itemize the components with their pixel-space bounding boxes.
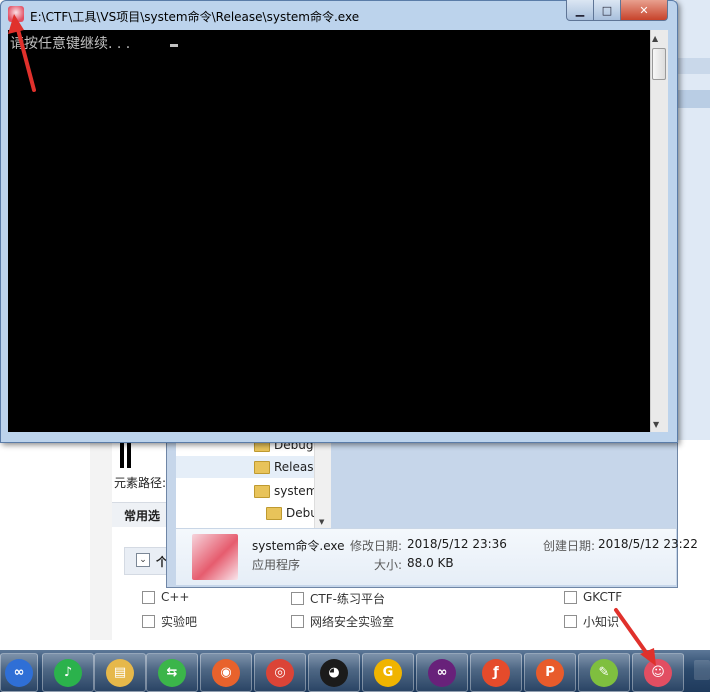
checkbox-cpp[interactable]: C++ — [142, 590, 190, 604]
firefox-icon: ◉ — [212, 658, 240, 687]
taskbar-button-chrome[interactable]: ◎ — [254, 653, 306, 692]
taskbar-button-firefox[interactable]: ◉ — [200, 653, 252, 692]
taskbar-button-iqiyi[interactable]: ⇆ — [146, 653, 198, 692]
folder-icon — [254, 460, 270, 474]
minimize-button[interactable]: ▁ — [566, 0, 594, 21]
checkbox-box[interactable] — [291, 592, 304, 605]
file-name: system命令.exe — [252, 539, 345, 553]
file-thumbnail-icon — [192, 534, 238, 580]
modified-label: 修改日期: — [350, 539, 403, 553]
folder-icon — [266, 506, 282, 520]
checkbox-box[interactable] — [291, 615, 304, 628]
taskbar-button-file-explorer[interactable]: ▤ — [94, 653, 146, 692]
size-label: 大小: — [374, 558, 403, 572]
tree-item-debug-sub[interactable]: Debu — [266, 502, 318, 524]
file-type: 应用程序 — [252, 558, 301, 572]
gitlab-icon: G — [374, 658, 402, 687]
visual-studio-icon: ∞ — [428, 658, 456, 687]
common-options-label: 常用选 — [124, 509, 161, 523]
created-value: 2018/5/12 23:22 — [598, 537, 698, 551]
checkbox-shiyanba[interactable]: 实验吧 — [142, 613, 197, 630]
console-scrollbar[interactable] — [650, 30, 668, 432]
created-label: 创建日期: — [543, 539, 596, 553]
taskbar-button-gitlab[interactable]: G — [362, 653, 414, 692]
scroll-down-arrow-icon[interactable]: ▼ — [319, 518, 324, 526]
iqiyi-icon: ⇆ — [158, 658, 186, 687]
console-scroll-thumb[interactable] — [652, 48, 666, 80]
checkbox-box[interactable] — [564, 615, 577, 628]
console-screen[interactable] — [8, 30, 650, 432]
checkbox-box[interactable] — [142, 615, 155, 628]
chrome-icon: ◎ — [266, 658, 294, 687]
file-explorer-icon: ▤ — [106, 658, 134, 687]
modified-value: 2018/5/12 23:36 — [407, 537, 507, 551]
collapse-chevron-icon[interactable]: ⌄ — [136, 553, 150, 567]
music-app-icon: ♪ — [54, 658, 82, 687]
checkbox-ctf-platform[interactable]: CTF-练习平台 — [291, 590, 385, 607]
baidu-netdisk-icon: ∞ — [5, 658, 33, 687]
tree-item-system[interactable]: system — [254, 480, 317, 502]
scroll-up-arrow-icon[interactable]: ▲ — [652, 34, 658, 43]
close-button[interactable]: ✕ — [620, 0, 668, 21]
red-arrow-annotation-top — [8, 14, 36, 92]
wps-presentation-icon: P — [536, 658, 564, 687]
keyboard-tray-icon[interactable] — [694, 660, 710, 680]
page-left-gutter — [90, 440, 112, 640]
taskbar-button-wps-presentation[interactable]: P — [524, 653, 576, 692]
tree-item-release[interactable]: Releas — [254, 456, 314, 478]
red-arrow-annotation-bottom — [614, 608, 656, 666]
text-cursor — [170, 44, 178, 47]
taskbar-button-visual-studio[interactable]: ∞ — [416, 653, 468, 692]
taskbar-button-music-app[interactable]: ♪ — [42, 653, 94, 692]
checkbox-security-lab[interactable]: 网络安全实验室 — [291, 613, 394, 630]
taskbar-button-flash[interactable]: ƒ — [470, 653, 522, 692]
checkbox-box[interactable] — [564, 590, 577, 604]
size-value: 88.0 KB — [407, 556, 454, 570]
flash-icon: ƒ — [482, 658, 510, 687]
element-path-label: 元素路径: — [114, 476, 167, 490]
checkbox-box[interactable] — [142, 590, 155, 604]
tree-scrollbar[interactable]: ▼ — [314, 432, 331, 528]
taskbar-button-qq[interactable]: ◕ — [308, 653, 360, 692]
console-title: E:\CTF\工具\VS项目\system命令\Release\system命令… — [30, 10, 360, 24]
taskbar-button-baidu-netdisk[interactable]: ∞ — [0, 653, 38, 692]
qq-icon: ◕ — [320, 658, 348, 687]
folder-icon — [254, 484, 270, 498]
maximize-button[interactable]: □ — [593, 0, 621, 21]
scroll-down-arrow-icon[interactable]: ▼ — [653, 420, 659, 429]
